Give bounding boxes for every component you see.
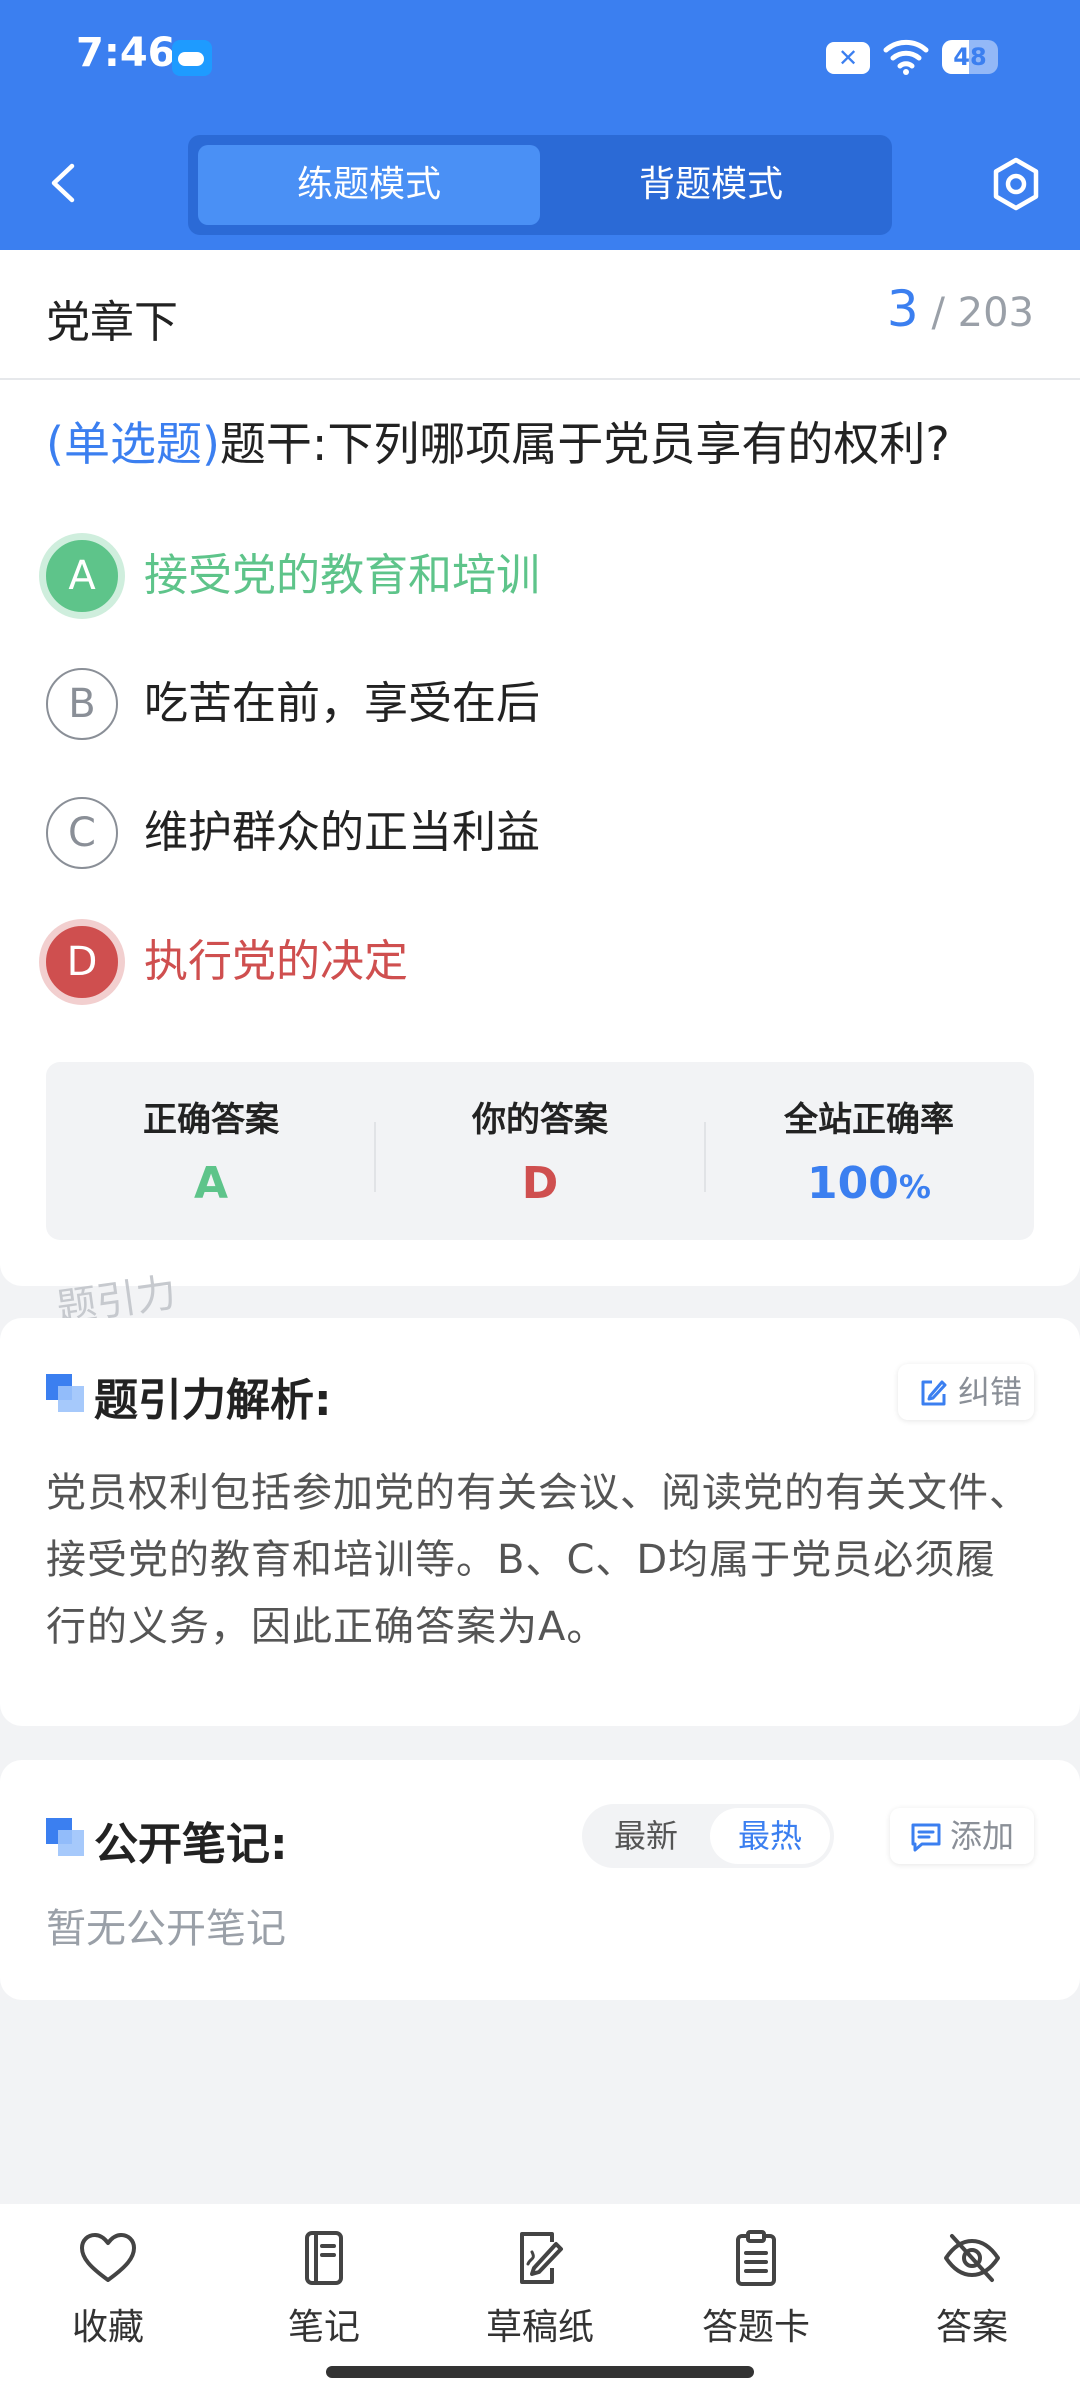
blocked-notification-icon: ✕ [826, 42, 870, 74]
notes-card: 公开笔记: 最新 最热 添加 暂无公开笔记 [0, 1760, 1080, 2000]
notebook-icon [305, 2231, 343, 2285]
mode-switch: 练题模式 背题模式 [188, 135, 892, 235]
heart-icon [80, 2233, 136, 2282]
option-letter: D [46, 926, 118, 998]
site-accuracy-label: 全站正确率 [784, 1100, 954, 1140]
chapter-title: 党章下 [46, 297, 178, 348]
answer-card-label: 答题卡 [701, 2307, 810, 2348]
notes-title: 公开笔记: [94, 1819, 288, 1870]
settings-button[interactable] [984, 152, 1048, 216]
favorite-button[interactable]: 收藏 [18, 2230, 198, 2350]
option-letter: C [46, 797, 118, 869]
sort-latest-button[interactable]: 最新 [586, 1808, 706, 1864]
site-accuracy-number: 100 [807, 1158, 899, 1209]
report-error-button[interactable]: 纠错 [898, 1364, 1034, 1420]
empty-notes-message: 暂无公开笔记 [46, 1906, 286, 1952]
home-indicator[interactable] [326, 2366, 754, 2378]
draft-paper-button[interactable]: 草稿纸 [450, 2230, 630, 2350]
option-text: 接受党的教育和培训 [144, 550, 540, 601]
correct-answer-label: 正确答案 [143, 1100, 279, 1140]
analysis-card: 题引力解析: 纠错 党员权利包括参加党的有关会议、阅读党的有关文件、接受党的教育… [0, 1318, 1080, 1726]
your-answer-value: D [521, 1158, 559, 1209]
eye-off-icon [944, 2234, 1000, 2282]
gear-icon [993, 157, 1039, 211]
current-question-number: 3 [886, 280, 919, 338]
status-bar: 7:46 ✕ 48 [0, 0, 1080, 120]
battery-level: 48 [953, 43, 987, 71]
tab-memorize-mode[interactable]: 背题模式 [540, 145, 882, 225]
add-note-button[interactable]: 添加 [890, 1808, 1034, 1864]
option-text: 吃苦在前，享受在后 [144, 678, 540, 729]
your-answer-label: 你的答案 [472, 1100, 608, 1140]
answer-summary: 正确答案 A 你的答案 D 全站正确率 100% [46, 1062, 1034, 1240]
battery-icon: 48 [942, 40, 998, 74]
option-letter: B [46, 668, 118, 740]
option-text: 执行党的决定 [144, 936, 408, 987]
back-button[interactable] [40, 158, 90, 208]
show-answer-label: 答案 [935, 2307, 1008, 2348]
site-accuracy-unit: % [898, 1168, 931, 1206]
option-letter: A [46, 540, 118, 612]
divider [0, 378, 1080, 380]
draft-icon [520, 2232, 563, 2284]
sort-hot-button[interactable]: 最热 [710, 1808, 830, 1864]
favorite-label: 收藏 [71, 2307, 144, 2348]
add-note-label: 添加 [950, 1817, 1015, 1855]
answer-card-icon [736, 2230, 776, 2286]
notes-button[interactable]: 笔记 [234, 2230, 414, 2350]
report-error-label: 纠错 [958, 1373, 1023, 1411]
question-type: (单选题) [46, 417, 220, 471]
tab-practice-mode[interactable]: 练题模式 [198, 145, 540, 225]
question-text: 题干:下列哪项属于党员享有的权利? [219, 417, 950, 471]
analysis-title: 题引力解析: [94, 1375, 332, 1426]
section-icon [46, 1374, 84, 1412]
show-answer-button[interactable]: 答案 [882, 2230, 1062, 2350]
total-questions: / 203 [931, 290, 1034, 336]
your-answer: 你的答案 D [375, 1062, 705, 1240]
comment-icon [911, 1823, 941, 1852]
header: 7:46 ✕ 48 练题模式 背题模式 [0, 0, 1080, 250]
correct-answer: 正确答案 A [46, 1062, 376, 1240]
correct-answer-value: A [193, 1158, 229, 1209]
status-time: 7:46 [76, 30, 176, 76]
answer-card-button[interactable]: 答题卡 [666, 2230, 846, 2350]
draft-paper-label: 草稿纸 [485, 2307, 594, 2348]
edit-icon [921, 1380, 947, 1406]
chevron-left-icon [51, 163, 75, 203]
wifi-icon [882, 36, 930, 76]
notes-label: 笔记 [287, 2307, 360, 2348]
question-card: 党章下 3 / 203 (单选题)题干:下列哪项属于党员享有的权利? A 接受党… [0, 250, 1080, 1286]
site-accuracy-value: 100% [704, 1158, 1034, 1209]
analysis-text: 党员权利包括参加党的有关会议、阅读党的有关文件、接受党的教育和培训等。B、C、D… [46, 1470, 1030, 1650]
section-icon [46, 1818, 84, 1856]
question-counter[interactable]: 3 / 203 [887, 280, 1034, 338]
weather-icon [172, 40, 212, 76]
question-stem: (单选题)题干:下列哪项属于党员享有的权利? [46, 408, 950, 474]
option-text: 维护群众的正当利益 [144, 807, 540, 858]
site-accuracy: 全站正确率 100% [704, 1062, 1034, 1240]
notes-sort-switch: 最新 最热 [582, 1804, 834, 1868]
